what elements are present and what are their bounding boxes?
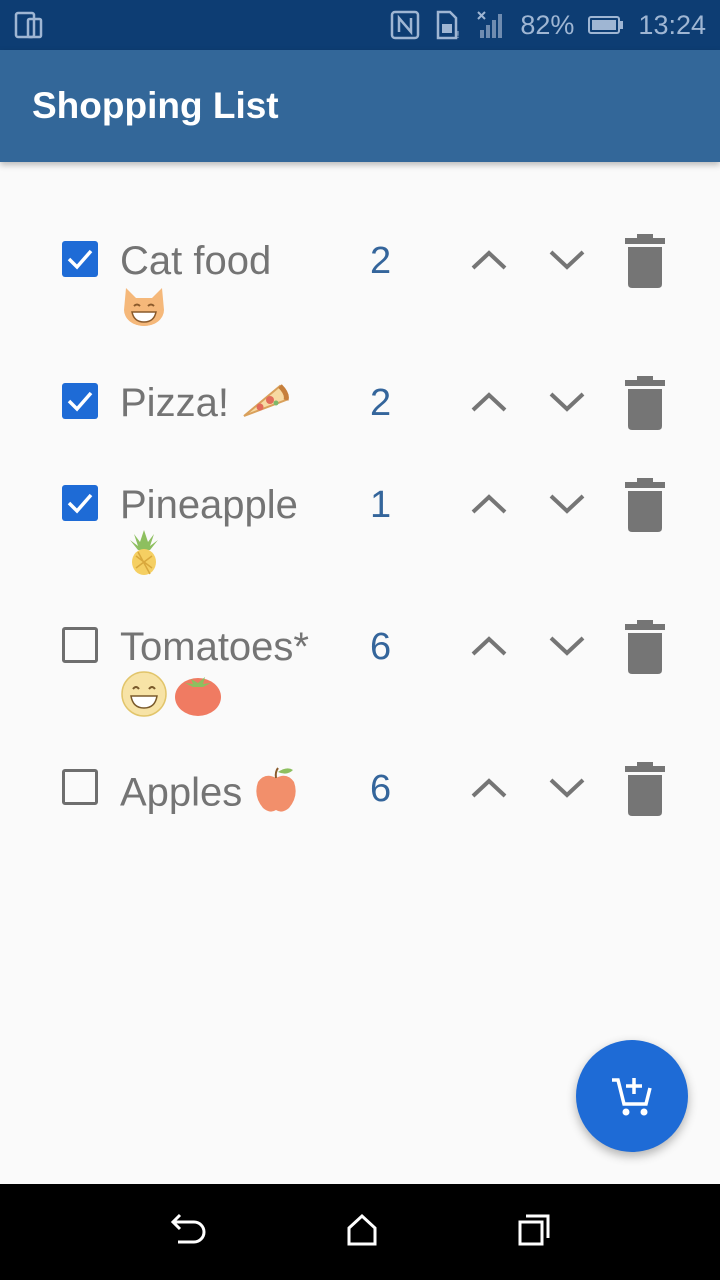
chevron-up-icon — [471, 778, 507, 798]
list-item: Apples 6 — [0, 746, 720, 846]
app-bar: Shopping List — [0, 50, 720, 162]
add-shopping-cart-icon — [612, 1078, 652, 1116]
home-button[interactable] — [344, 1212, 380, 1252]
move-down-button[interactable] — [539, 760, 595, 816]
shopping-list: Cat food 2 Pizza! 2 Pineapple 1 Tomatoes… — [0, 218, 720, 846]
list-item: Tomatoes* 6 — [0, 604, 720, 746]
chevron-up-icon — [471, 392, 507, 412]
item-checkbox[interactable] — [62, 241, 98, 277]
item-name-text: Tomatoes* — [120, 625, 309, 669]
item-quantity: 1 — [370, 484, 392, 526]
trash-icon — [625, 376, 665, 430]
item-name-text: Pizza! — [120, 381, 229, 425]
item-name: Pizza! — [120, 380, 360, 430]
svg-text:!: ! — [456, 30, 460, 40]
nfc-icon — [390, 10, 420, 40]
item-checkbox[interactable] — [62, 769, 98, 805]
delete-button[interactable] — [617, 756, 673, 822]
add-item-fab[interactable] — [576, 1040, 688, 1152]
chevron-down-icon — [549, 636, 585, 656]
recents-icon — [518, 1214, 550, 1246]
move-up-button[interactable] — [461, 760, 517, 816]
item-name-text: Cat food — [120, 239, 272, 283]
move-down-button[interactable] — [539, 374, 595, 430]
delete-button[interactable] — [617, 614, 673, 680]
chevron-down-icon — [549, 778, 585, 798]
back-button[interactable] — [168, 1212, 208, 1252]
move-down-button[interactable] — [539, 618, 595, 674]
trash-icon — [625, 234, 665, 288]
item-name: Pineapple — [120, 482, 335, 586]
chevron-down-icon — [549, 250, 585, 270]
recents-button[interactable] — [516, 1212, 552, 1252]
battery-percent: 82% — [520, 9, 575, 40]
item-name: Cat food — [120, 238, 335, 338]
item-checkbox[interactable] — [62, 627, 98, 663]
move-down-button[interactable] — [539, 476, 595, 532]
move-up-button[interactable] — [461, 374, 517, 430]
list-item: Pizza! 2 — [0, 360, 720, 462]
battery-icon — [588, 15, 624, 35]
sim-alert-icon: ! — [434, 10, 462, 40]
screen-mirror-icon — [14, 11, 44, 39]
item-name: Apples — [120, 766, 360, 824]
delete-button[interactable] — [617, 228, 673, 294]
item-quantity: 6 — [370, 768, 392, 810]
chevron-up-icon — [471, 636, 507, 656]
trash-icon — [625, 478, 665, 532]
back-icon — [170, 1213, 206, 1244]
item-quantity: 2 — [370, 382, 392, 424]
move-up-button[interactable] — [461, 476, 517, 532]
move-up-button[interactable] — [461, 232, 517, 288]
list-item: Pineapple 1 — [0, 462, 720, 604]
trash-icon — [625, 762, 665, 816]
grinning-face-emoji-icon — [120, 670, 168, 728]
trash-icon — [625, 620, 665, 674]
apple-emoji-icon — [253, 766, 299, 824]
grinning-cat-emoji-icon — [120, 284, 168, 338]
list-item: Cat food 2 — [0, 218, 720, 360]
delete-button[interactable] — [617, 370, 673, 436]
pineapple-emoji-icon — [126, 528, 162, 586]
item-quantity: 2 — [370, 240, 392, 282]
item-name: Tomatoes* — [120, 624, 335, 728]
navigation-bar — [0, 1184, 720, 1280]
chevron-up-icon — [471, 250, 507, 270]
chevron-up-icon — [471, 494, 507, 514]
chevron-down-icon — [549, 494, 585, 514]
status-bar: ! 82% 13:24 — [0, 0, 720, 50]
move-up-button[interactable] — [461, 618, 517, 674]
pizza-emoji-icon — [240, 380, 290, 430]
home-icon — [347, 1213, 377, 1246]
clock: 13:24 — [638, 9, 706, 40]
item-quantity: 6 — [370, 626, 392, 668]
item-checkbox[interactable] — [62, 485, 98, 521]
app-title: Shopping List — [32, 85, 279, 126]
chevron-down-icon — [549, 392, 585, 412]
item-checkbox[interactable] — [62, 383, 98, 419]
delete-button[interactable] — [617, 472, 673, 538]
tomato-emoji-icon — [173, 671, 223, 727]
item-name-text: Apples — [120, 770, 243, 815]
move-down-button[interactable] — [539, 232, 595, 288]
signal-no-service-icon — [476, 10, 506, 40]
item-name-text: Pineapple — [120, 483, 298, 527]
